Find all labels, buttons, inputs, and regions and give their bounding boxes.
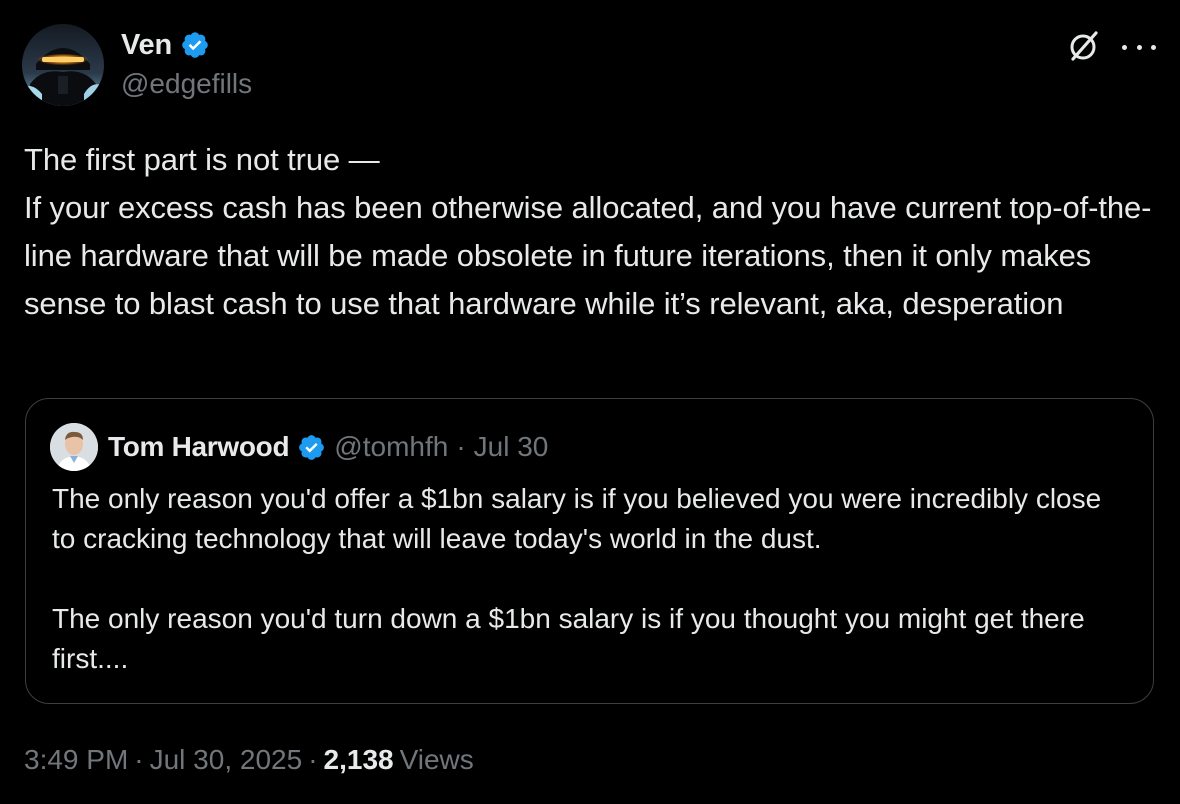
quote-author-handle: @tomhfh bbox=[334, 431, 449, 462]
quote-author-name[interactable]: Tom Harwood bbox=[108, 431, 290, 463]
tweet-text: The first part is not true — If your exc… bbox=[24, 142, 1152, 321]
quoted-tweet-card[interactable]: Tom Harwood @tomhfh · Jul 30 The only re… bbox=[25, 398, 1154, 704]
more-icon[interactable] bbox=[1122, 42, 1156, 52]
avatar-image bbox=[22, 24, 104, 106]
quote-header: Tom Harwood @tomhfh · Jul 30 bbox=[108, 429, 548, 465]
verified-badge-icon[interactable] bbox=[180, 30, 210, 60]
views-label: Views bbox=[399, 744, 474, 775]
author-avatar[interactable] bbox=[22, 24, 104, 106]
quote-date: Jul 30 bbox=[473, 431, 549, 462]
author-handle[interactable]: @edgefills bbox=[121, 68, 252, 100]
author-name[interactable]: Ven bbox=[121, 29, 172, 62]
meta-separator: · bbox=[134, 744, 144, 775]
quote-author-avatar[interactable] bbox=[50, 423, 98, 471]
quote-separator: · bbox=[456, 431, 466, 462]
tweet-meta: 3:49 PM · Jul 30, 2025 · 2,138 Views bbox=[24, 740, 474, 780]
tweet-date[interactable]: Jul 30, 2025 bbox=[150, 744, 303, 776]
meta-separator: · bbox=[308, 744, 318, 775]
tweet-detail: Ven @edgefills The first part is not tru… bbox=[0, 0, 1180, 804]
grok-icon[interactable] bbox=[1066, 28, 1102, 64]
views-count: 2,138 bbox=[323, 744, 394, 775]
tweet-time[interactable]: 3:49 PM bbox=[24, 744, 128, 776]
author-name-row: Ven bbox=[121, 26, 210, 64]
verified-badge-icon bbox=[299, 434, 325, 460]
quote-text: The only reason you'd offer a $1bn salar… bbox=[52, 483, 1102, 674]
quote-avatar-image bbox=[50, 423, 98, 471]
